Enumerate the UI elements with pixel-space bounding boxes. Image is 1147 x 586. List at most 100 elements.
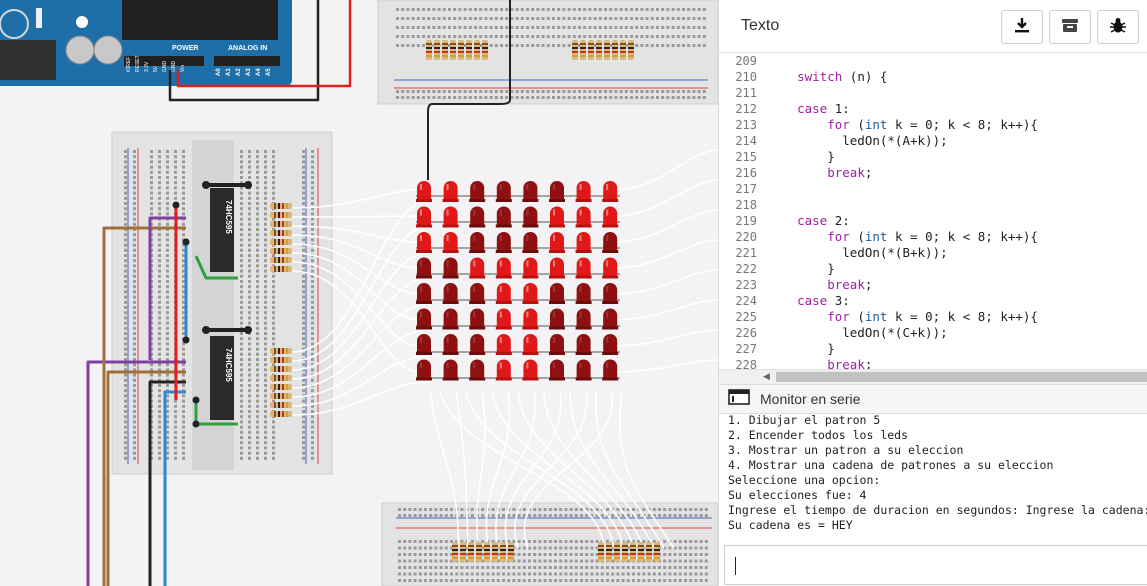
led-body[interactable] [496,283,511,302]
led-body[interactable] [576,334,591,353]
led[interactable] [522,308,539,330]
code-line[interactable]: 222 } [719,261,1147,277]
led[interactable] [602,232,619,253]
led[interactable] [522,232,539,253]
code-line[interactable]: 213 for (int k = 0; k < 8; k++){ [719,117,1147,133]
led-body[interactable] [550,232,564,251]
led-body[interactable] [576,181,591,200]
wire-end[interactable] [182,238,190,246]
led[interactable] [495,283,512,304]
led[interactable] [442,334,459,355]
led[interactable] [602,308,619,330]
led[interactable] [575,257,592,279]
code-horizontal-scrollbar[interactable]: ◀ [719,369,1147,384]
wire-end[interactable] [172,201,180,209]
led-body[interactable] [443,232,458,251]
resistor[interactable] [270,248,292,254]
code-editor[interactable]: 209 210 switch (n) {211 212 case 1: 213 for… [719,53,1147,369]
led-body[interactable] [417,206,431,226]
led[interactable] [575,181,592,202]
led-body[interactable] [576,206,591,226]
shift-register-1[interactable]: 74HC595 [210,188,234,272]
debugger-button[interactable] [1097,10,1139,44]
code-line[interactable]: 212 case 1: [719,101,1147,117]
led[interactable] [522,257,539,279]
led[interactable] [495,359,512,381]
led-body[interactable] [443,206,458,226]
led[interactable] [575,308,592,330]
led-body[interactable] [417,283,431,302]
led[interactable] [549,334,565,355]
led-body[interactable] [603,359,618,379]
led[interactable] [495,334,512,355]
code-line[interactable]: 216 break; [719,165,1147,181]
led[interactable] [416,181,432,202]
circuit-drawing[interactable]: POWER ANALOG IN IOREF RESET 3.3V 5V GND GND Vi… [0,0,718,586]
led[interactable] [522,181,539,202]
download-button[interactable] [1001,10,1043,44]
led[interactable] [575,283,592,304]
shift-register-2[interactable]: 74HC595 [210,336,234,420]
wire-end[interactable] [202,326,210,334]
resistor[interactable] [270,257,292,263]
led[interactable] [495,257,512,279]
led-body[interactable] [523,283,538,302]
led-body[interactable] [523,257,538,277]
code-line[interactable]: 218 [719,197,1147,213]
led-body[interactable] [417,257,431,277]
resistor[interactable] [270,348,292,354]
led-body[interactable] [603,206,618,226]
circuit-canvas[interactable]: POWER ANALOG IN IOREF RESET 3.3V 5V GND GND Vi… [0,0,718,586]
led[interactable] [416,257,432,279]
led-body[interactable] [550,359,564,379]
led[interactable] [575,359,592,381]
led[interactable] [522,283,539,304]
led-body[interactable] [470,359,485,379]
led[interactable] [575,232,592,253]
resistor[interactable] [270,239,292,245]
code-line[interactable]: 227 } [719,341,1147,357]
led-body[interactable] [603,283,618,302]
led[interactable] [416,359,432,381]
led-body[interactable] [496,359,511,379]
led-body[interactable] [470,283,485,302]
led-matrix[interactable] [416,181,620,381]
led[interactable] [469,257,486,279]
wire-end[interactable] [244,326,252,334]
led[interactable] [549,206,565,228]
wire-end[interactable] [182,336,190,344]
led[interactable] [602,206,619,228]
led-body[interactable] [496,206,511,226]
wire-end[interactable] [202,181,210,189]
led-body[interactable] [470,181,485,200]
led-body[interactable] [523,232,538,251]
led-body[interactable] [417,308,431,328]
led[interactable] [549,308,565,330]
led-body[interactable] [496,232,511,251]
led[interactable] [469,181,486,202]
led-body[interactable] [496,308,511,328]
led-body[interactable] [603,232,618,251]
led[interactable] [416,206,432,228]
led[interactable] [469,232,486,253]
led[interactable] [575,206,592,228]
code-line[interactable]: 217 [719,181,1147,197]
resistor[interactable] [270,357,292,363]
code-line[interactable]: 223 break; [719,277,1147,293]
resistor[interactable] [270,230,292,236]
led[interactable] [442,359,459,381]
led-body[interactable] [496,334,511,353]
wire-end[interactable] [192,396,200,404]
led[interactable] [442,308,459,330]
led-body[interactable] [417,359,431,379]
led[interactable] [416,308,432,330]
led-body[interactable] [523,359,538,379]
resistor[interactable] [270,203,292,209]
led-body[interactable] [603,181,618,200]
led-body[interactable] [443,283,458,302]
matrix-wire[interactable] [613,239,718,269]
resistor[interactable] [270,411,292,417]
bottom-breadboard[interactable] [381,502,718,586]
led[interactable] [602,359,619,381]
led-body[interactable] [523,334,538,353]
